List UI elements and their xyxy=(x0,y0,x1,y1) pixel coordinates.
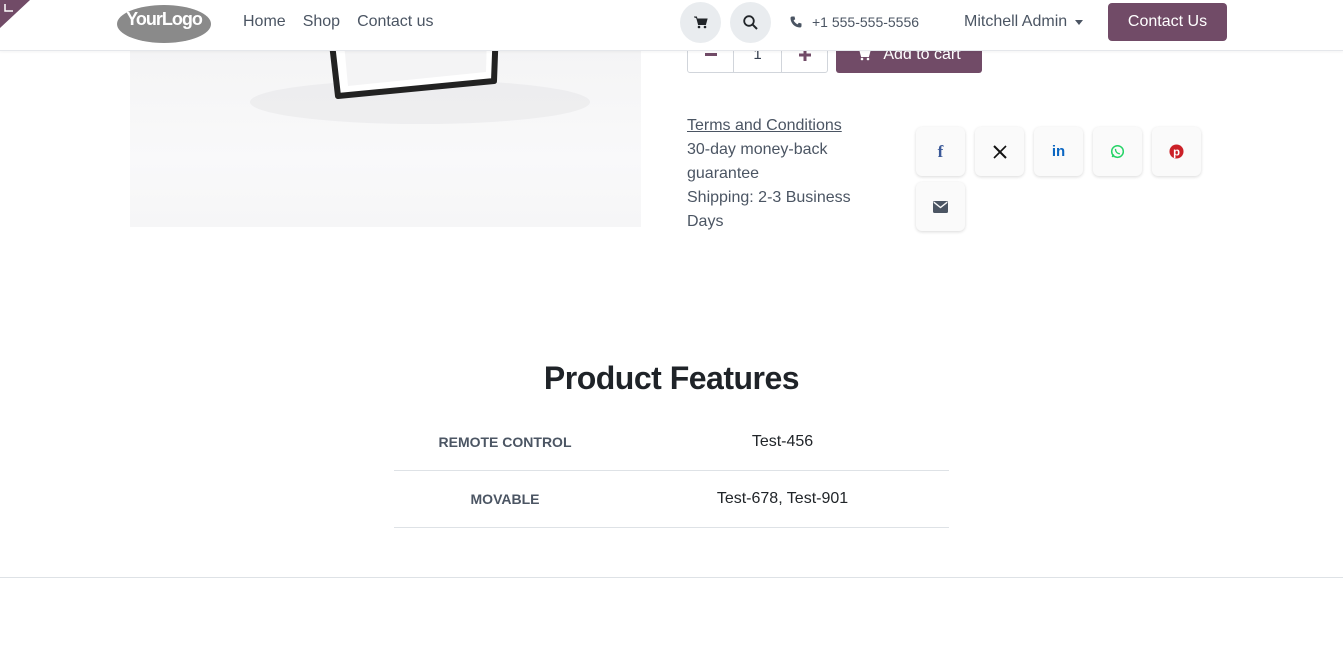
nav-shop[interactable]: Shop xyxy=(303,13,340,31)
phone-icon xyxy=(790,16,802,28)
table-row: MOVABLE Test-678, Test-901 xyxy=(394,471,949,528)
shipping-text: Shipping: 2-3 Business Days xyxy=(687,189,851,230)
footer-divider xyxy=(0,577,1343,578)
whatsapp-icon xyxy=(1110,144,1125,159)
cart-icon xyxy=(693,16,708,29)
user-menu[interactable]: Mitchell Admin xyxy=(964,13,1084,31)
share-pinterest-button[interactable]: p xyxy=(1152,127,1201,176)
phone-number: +1 555-555-5556 xyxy=(812,14,920,30)
share-whatsapp-button[interactable] xyxy=(1093,127,1142,176)
terms-link[interactable]: Terms and Conditions xyxy=(687,114,887,138)
guarantee-text: 30-day money-back guarantee xyxy=(687,141,828,182)
feature-name: MOVABLE xyxy=(470,491,540,507)
share-linkedin-button[interactable]: in xyxy=(1034,127,1083,176)
editor-corner-icon[interactable] xyxy=(0,0,30,28)
product-terms: Terms and Conditions 30-day money-back g… xyxy=(687,114,887,234)
facebook-icon: f xyxy=(937,141,944,161)
logo-text: YourLogo xyxy=(126,9,203,29)
main-nav: Home Shop Contact us xyxy=(243,13,434,31)
feature-value: Test-678, Test-901 xyxy=(716,490,849,507)
search-icon xyxy=(743,15,758,30)
feature-value: Test-456 xyxy=(751,433,814,450)
nav-contact[interactable]: Contact us xyxy=(357,13,433,31)
share-facebook-button[interactable]: f xyxy=(916,127,965,176)
product-features-title: Product Features xyxy=(543,360,800,396)
chevron-down-icon xyxy=(1075,19,1084,25)
features-table: REMOTE CONTROL Test-456 MOVABLE Test-678… xyxy=(394,414,949,528)
phone-link[interactable]: +1 555-555-5556 xyxy=(790,14,919,30)
search-button[interactable] xyxy=(730,2,771,43)
x-icon xyxy=(992,144,1007,159)
share-x-button[interactable] xyxy=(975,127,1024,176)
email-icon xyxy=(933,200,948,213)
linkedin-icon: in xyxy=(1051,143,1066,160)
contact-us-button[interactable]: Contact Us xyxy=(1108,3,1227,41)
share-email-button[interactable] xyxy=(916,182,965,231)
svg-text:p: p xyxy=(1173,147,1180,159)
feature-name: REMOTE CONTROL xyxy=(438,434,572,450)
minus-icon xyxy=(704,52,717,56)
site-logo[interactable]: YourLogo xyxy=(117,3,211,43)
user-name: Mitchell Admin xyxy=(964,13,1068,30)
cart-button[interactable] xyxy=(680,2,721,43)
pinterest-icon: p xyxy=(1169,144,1184,159)
table-row: REMOTE CONTROL Test-456 xyxy=(394,414,949,471)
site-header: YourLogo Home Shop Contact us +1 555-555… xyxy=(0,0,1343,51)
nav-home[interactable]: Home xyxy=(243,13,286,31)
